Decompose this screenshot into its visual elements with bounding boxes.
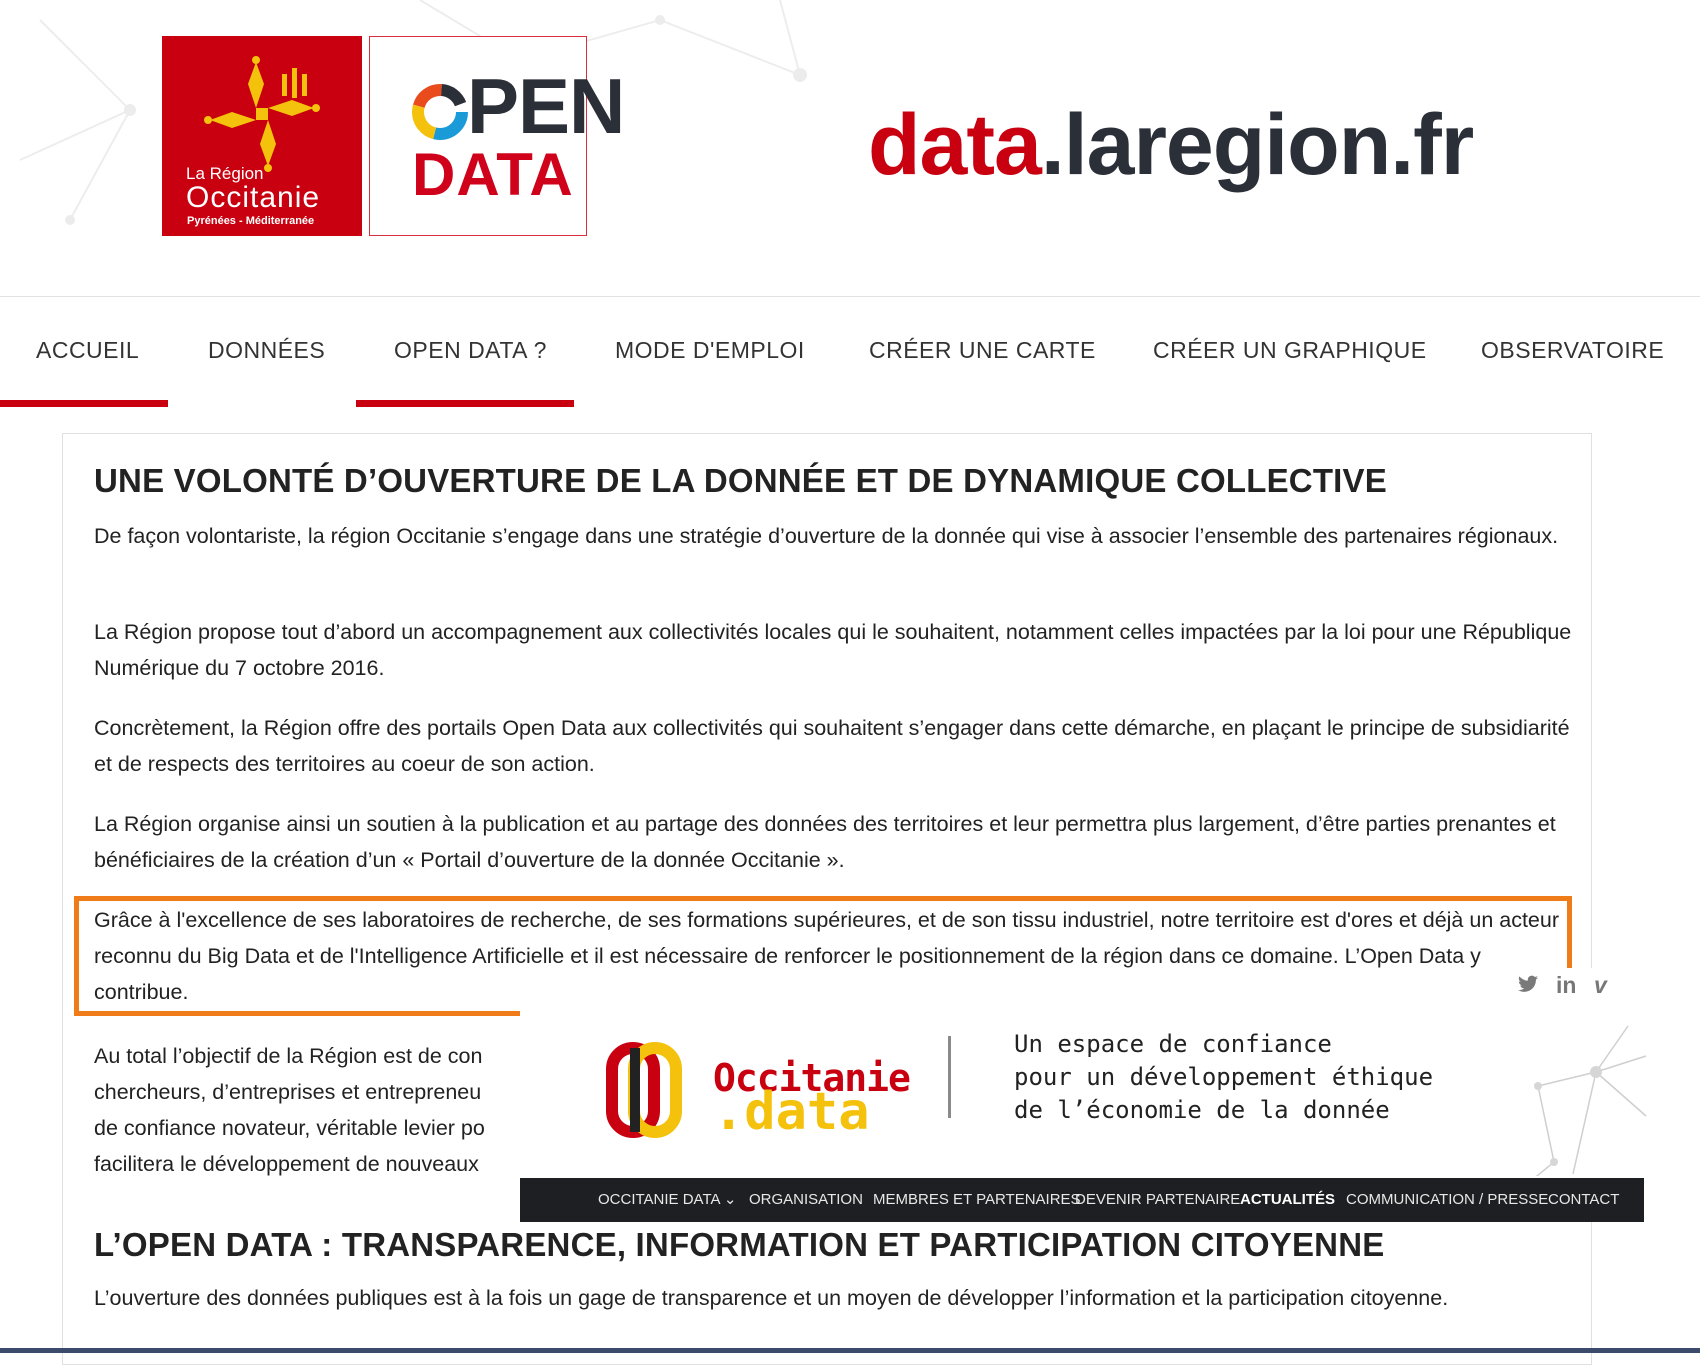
- occitanie-data-banner: in v Occitanie .data Un espace de confia…: [520, 968, 1647, 1222]
- site-title-domain: .laregion.fr: [1040, 97, 1474, 193]
- paragraph-2: La Région propose tout d’abord un accomp…: [94, 620, 1572, 680]
- paragraph-3: Concrètement, la Région offre des portai…: [94, 716, 1570, 776]
- nav-item-open-data[interactable]: OPEN DATA ?: [356, 330, 574, 407]
- menu-item-actualites[interactable]: ACTUALITÉS: [1240, 1178, 1335, 1222]
- paragraph-6-partial: Au total l’objectif de la Région est de …: [94, 1038, 534, 1182]
- menu-item-organisation[interactable]: ORGANISATION: [749, 1178, 863, 1222]
- open-logo-word: PEN: [467, 62, 625, 150]
- network-decoration: [1534, 1025, 1647, 1176]
- vimeo-icon[interactable]: v: [1594, 972, 1607, 999]
- partial-line: chercheurs, d’entreprises et entrepreneu: [94, 1080, 482, 1104]
- header-divider: [0, 296, 1700, 297]
- occitan-cross-icon: [204, 56, 320, 172]
- nav-item-creer-carte[interactable]: CRÉER UNE CARTE: [869, 330, 1096, 400]
- nav-label: ACCUEIL: [36, 337, 140, 363]
- menu-item-communication[interactable]: COMMUNICATION / PRESSE: [1346, 1178, 1548, 1222]
- nav-label: CRÉER UN GRAPHIQUE: [1153, 337, 1427, 363]
- site-title[interactable]: data.laregion.fr: [868, 102, 1474, 188]
- menu-item-contact[interactable]: CONTACT: [1548, 1178, 1619, 1222]
- nav-item-accueil[interactable]: ACCUEIL: [0, 330, 168, 407]
- partial-line: Au total l’objectif de la Région est de …: [94, 1044, 483, 1068]
- nav-label: OPEN DATA ?: [394, 337, 547, 363]
- nav-item-observatoire[interactable]: OBSERVATOIRE: [1481, 330, 1664, 400]
- section-heading-transparence: L’OPEN DATA : TRANSPARENCE, INFORMATION …: [94, 1226, 1385, 1263]
- nav-label: OBSERVATOIRE: [1481, 337, 1665, 363]
- partial-line: facilitera le développement de nouveaux: [94, 1152, 479, 1176]
- nav-item-donnees[interactable]: DONNÉES: [208, 330, 325, 400]
- main-navigation: ACCUEIL DONNÉES OPEN DATA ? MODE D'EMPLO…: [0, 330, 1700, 407]
- occitanie-data-menu: OCCITANIE DATA ⌄ ORGANISATION MEMBRES ET…: [520, 1178, 1644, 1222]
- region-logo-line3: Pyrénées - Méditerranée: [187, 215, 315, 227]
- menu-item-occitanie-data[interactable]: OCCITANIE DATA ⌄: [598, 1178, 736, 1222]
- banner-tagline: Un espace de confiance pour un développe…: [1014, 1028, 1433, 1127]
- occitanie-data-mark-icon: [606, 1042, 682, 1138]
- occitanie-data-brand-line2: .data: [713, 1082, 870, 1142]
- bottom-edge-strip: [0, 1348, 1700, 1353]
- menu-item-devenir-partenaire[interactable]: DEVENIR PARTENAIRE: [1075, 1178, 1240, 1222]
- tagline-line: Un espace de confiance: [1014, 1030, 1332, 1058]
- menu-item-membres[interactable]: MEMBRES ET PARTENAIRES: [873, 1178, 1081, 1222]
- open-data-logo[interactable]: PEN DATA: [369, 36, 625, 236]
- region-logo-line2: Occitanie: [186, 181, 321, 214]
- linkedin-icon[interactable]: in: [1556, 972, 1576, 999]
- tagline-line: de l’économie de la donnée: [1014, 1096, 1390, 1124]
- site-title-data: data: [868, 97, 1042, 193]
- paragraph-4: La Région organise ainsi un soutien à la…: [94, 812, 1556, 872]
- section-heading-ouverture: UNE VOLONTÉ D’OUVERTURE DE LA DONNÉE ET …: [94, 462, 1387, 499]
- banner-divider: [948, 1036, 951, 1118]
- nav-label: CRÉER UNE CARTE: [869, 337, 1096, 363]
- nav-item-creer-graphique[interactable]: CRÉER UN GRAPHIQUE: [1153, 330, 1427, 400]
- region-occitanie-logo[interactable]: La Région Occitanie Pyrénées - Méditerra…: [162, 36, 362, 236]
- data-logo-word: DATA: [412, 141, 574, 208]
- open-ring-icon: [412, 84, 468, 140]
- nav-label: DONNÉES: [208, 337, 326, 363]
- twitter-bird: [1518, 975, 1538, 992]
- paragraph-7: L’ouverture des données publiques est à …: [94, 1286, 1449, 1310]
- nav-item-mode-emploi[interactable]: MODE D'EMPLOI: [615, 330, 805, 400]
- partial-line: de confiance novateur, véritable levier …: [94, 1116, 485, 1140]
- nav-label: MODE D'EMPLOI: [615, 337, 805, 363]
- tagline-line: pour un développement éthique: [1014, 1063, 1434, 1091]
- paragraph-1: De façon volontariste, la région Occitan…: [94, 524, 1559, 548]
- twitter-icon[interactable]: [1518, 972, 1538, 999]
